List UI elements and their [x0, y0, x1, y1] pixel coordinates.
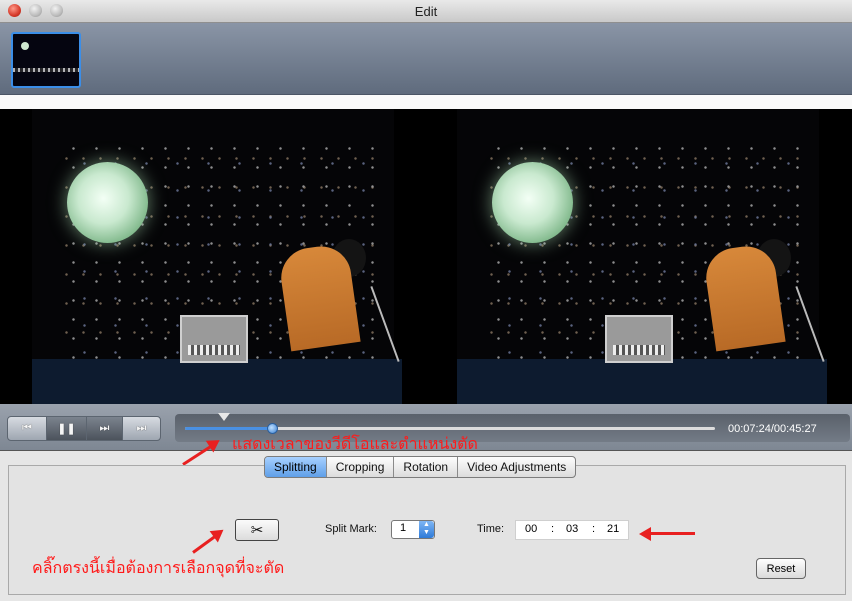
seek-progress — [185, 427, 273, 430]
split-mark-select[interactable]: 1 ▲ ▼ — [391, 520, 435, 539]
letterbox-left — [427, 109, 457, 404]
tab-splitting[interactable]: Splitting — [265, 457, 326, 477]
thumbnail-stage — [13, 68, 79, 72]
divider-bar — [0, 95, 852, 109]
letterbox-left — [2, 109, 32, 404]
thumbnail-moon — [21, 42, 29, 50]
tab-video-adjustments[interactable]: Video Adjustments — [457, 457, 575, 477]
time-separator: : — [551, 523, 555, 535]
time-hours[interactable]: 00 — [525, 523, 537, 535]
scissor-annotation-text: คลิ๊กตรงนี้เมื่อต้องการเลือกจุดที่จะตัด — [32, 558, 285, 577]
tab-rotation[interactable]: Rotation — [393, 457, 457, 477]
timecode-display: 00:07:24/00:45:27 — [728, 423, 817, 435]
amplifier-image — [605, 315, 673, 363]
window-title: Edit — [414, 4, 438, 19]
edit-tabs: Splitting Cropping Rotation Video Adjust… — [264, 456, 577, 478]
output-preview — [427, 109, 849, 404]
time-field[interactable]: 00 : 03 : 21 — [515, 520, 629, 540]
seek-annotation-text: แสดงเวลาของวีดีโอและตำแหน่งตัด — [232, 434, 478, 453]
moon-image — [67, 162, 148, 243]
time-seconds[interactable]: 21 — [607, 523, 619, 535]
amplifier-image — [180, 315, 248, 363]
pause-button[interactable]: ❚❚ — [46, 416, 87, 441]
fast-forward-icon: ⏭ — [99, 422, 110, 434]
tab-cropping[interactable]: Cropping — [325, 457, 394, 477]
time-minutes[interactable]: 03 — [566, 523, 578, 535]
split-mark-label: Split Mark: — [325, 523, 377, 535]
reset-button[interactable]: Reset — [756, 558, 806, 579]
clip-thumbnail-strip — [0, 23, 852, 95]
stage-floor — [32, 359, 402, 404]
original-preview — [2, 109, 424, 404]
split-mark-indicator[interactable] — [218, 413, 231, 421]
moon-image — [492, 162, 573, 243]
split-button[interactable]: ✂ — [235, 519, 279, 541]
scissors-icon: ✂ — [250, 522, 264, 539]
split-mark-value: 1 — [400, 522, 407, 534]
pause-icon: ❚❚ — [57, 423, 76, 435]
time-label: Time: — [477, 523, 505, 535]
next-button[interactable]: ⏭ — [122, 416, 161, 441]
clip-thumbnail[interactable] — [11, 32, 81, 88]
time-separator: : — [592, 523, 596, 535]
previous-button[interactable]: ⏮ — [7, 416, 47, 441]
prev-icon: ⏮ — [22, 422, 32, 434]
fast-forward-button[interactable]: ⏭ — [86, 416, 123, 441]
stage-floor — [457, 359, 827, 404]
preview-area — [0, 109, 852, 404]
next-icon: ⏭ — [136, 422, 147, 434]
select-arrows-icon: ▲ ▼ — [419, 521, 434, 538]
title-bar: Edit — [0, 0, 852, 23]
annotation-arrow-time — [643, 532, 695, 535]
